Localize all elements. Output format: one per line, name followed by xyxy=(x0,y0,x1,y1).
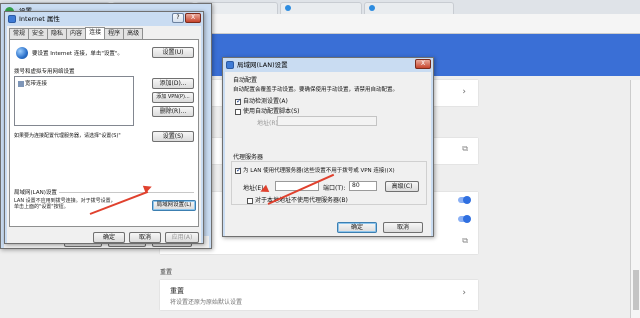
remove-button[interactable]: 删除(R)... xyxy=(152,106,194,117)
proxy-note: 如果要为连接配置代理服务器，请选择"设置(S)" xyxy=(14,133,121,139)
advanced-button[interactable]: 高级(C) xyxy=(385,181,419,192)
lan-ok-button[interactable]: 确定 xyxy=(337,222,377,233)
use-proxy-checkbox[interactable]: 为 LAN 使用代理服务器(这些设置不用于拨号或 VPN 连接)(X) xyxy=(235,166,395,174)
inet-title: Internet 属性 xyxy=(19,15,60,23)
auto-config-desc: 自动配置会覆盖手动设置。要确保使用手动设置，请禁用自动配置。 xyxy=(233,87,399,93)
browser-tab[interactable] xyxy=(280,2,362,14)
tab-advanced[interactable]: 高级 xyxy=(123,28,144,39)
proxy-group-label: 代理服务器 xyxy=(233,154,264,161)
lan-settings-button[interactable]: 局域网设置(L) xyxy=(152,200,196,211)
list-item-label: 宽带连接 xyxy=(25,81,48,87)
checkbox-checked-icon[interactable] xyxy=(235,166,242,174)
use-proxy-label: 为 LAN 使用代理服务器(这些设置不用于拨号或 VPN 连接)(X) xyxy=(243,168,395,174)
setup-button[interactable]: 设置(U) xyxy=(152,47,194,58)
proxy-port-label: 端口(T): xyxy=(323,185,346,192)
lan-body: 自动配置 自动配置会覆盖手动设置。要确保使用手动设置，请禁用自动配置。 自动检测… xyxy=(225,72,431,236)
use-script-label: 使用自动配置脚本(S) xyxy=(243,108,300,115)
toggle-switch[interactable] xyxy=(458,196,471,204)
globe-icon xyxy=(16,47,28,59)
section-reset-title: 重置 xyxy=(160,269,173,276)
tab-privacy[interactable]: 隐私 xyxy=(47,28,68,39)
tab-connections[interactable]: 连接 xyxy=(85,27,106,39)
inet-apply-button[interactable]: 应用(A) xyxy=(165,232,199,243)
chevron-right-icon: › xyxy=(462,87,466,97)
use-script-checkbox[interactable]: 使用自动配置脚本(S) xyxy=(235,106,300,115)
inet-body: 常规 安全 隐私 内容 连接 程序 高级 要设置 Internet 连接，单击"… xyxy=(7,26,201,243)
lan-settings-window: 局域网(LAN)设置 X 自动配置 自动配置会覆盖手动设置。要确保使用手动设置，… xyxy=(222,57,434,237)
setup-text: 要设置 Internet 连接，单击"设置"。 xyxy=(32,51,123,57)
add-button[interactable]: 添加(D)... xyxy=(152,78,194,89)
inet-tabs: 常规 安全 隐私 内容 连接 程序 高级 xyxy=(9,27,144,39)
close-button[interactable]: X xyxy=(185,13,201,23)
reset-row-title: 重置 xyxy=(170,287,184,295)
tab-security[interactable]: 安全 xyxy=(28,28,49,39)
tab-programs[interactable]: 程序 xyxy=(104,28,125,39)
auto-detect-checkbox[interactable]: 自动检测设置(A) xyxy=(235,96,288,105)
dialup-group-label: 拨号和虚拟专用网络设置 xyxy=(14,69,75,75)
inet-ok-button[interactable]: 确定 xyxy=(93,232,125,243)
proxy-settings-button[interactable]: 设置(S) xyxy=(152,131,194,142)
reset-row-desc: 将设置还原为原始默认设置 xyxy=(170,299,243,306)
inet-titlebar: Internet 属性 ? X xyxy=(5,12,203,26)
scrollbar-thumb[interactable] xyxy=(633,270,639,310)
script-address-label: 地址(R) xyxy=(257,120,278,127)
auto-config-group-label: 自动配置 xyxy=(233,77,258,84)
browser-tab[interactable] xyxy=(364,2,454,14)
checkbox-unchecked-icon[interactable] xyxy=(235,108,241,115)
lan-close-button[interactable]: X xyxy=(415,59,431,69)
network-icon xyxy=(226,61,234,69)
lan-group-label: 局域网(LAN)设置 xyxy=(14,188,59,196)
external-link-icon[interactable]: ⧉ xyxy=(462,236,468,246)
checkbox-unchecked-icon[interactable] xyxy=(247,197,253,204)
internet-icon xyxy=(8,15,16,23)
lan-title: 局域网(LAN)设置 xyxy=(237,61,288,69)
script-address-input[interactable] xyxy=(277,116,377,126)
tab-general[interactable]: 常规 xyxy=(9,28,30,39)
connections-panel: 要设置 Internet 连接，单击"设置"。 设置(U) 拨号和虚拟专用网络设… xyxy=(9,39,199,227)
help-button[interactable]: ? xyxy=(172,13,184,23)
chevron-right-icon: › xyxy=(462,288,466,298)
tab-content[interactable]: 内容 xyxy=(66,28,87,39)
bypass-local-checkbox[interactable]: 对于本地地址不使用代理服务器(B) xyxy=(247,195,348,204)
lan-cancel-button[interactable]: 取消 xyxy=(383,222,423,233)
external-link-icon[interactable]: ⧉ xyxy=(462,144,468,154)
auto-detect-label: 自动检测设置(A) xyxy=(243,98,288,105)
reset-settings-row[interactable]: 重置 将设置还原为原始默认设置 › xyxy=(160,280,478,310)
lan-titlebar: 局域网(LAN)设置 X xyxy=(223,58,433,72)
network-icon xyxy=(18,80,24,87)
proxy-port-input[interactable]: 80 xyxy=(349,181,377,191)
list-item[interactable]: 宽带连接 xyxy=(18,79,47,87)
toggle-switch[interactable] xyxy=(458,215,471,223)
scrollbar[interactable] xyxy=(630,80,640,318)
checkbox-checked-icon[interactable] xyxy=(235,97,242,105)
inet-cancel-button[interactable]: 取消 xyxy=(129,232,161,243)
add-vpn-button[interactable]: 添加 VPN(P)... xyxy=(152,92,194,103)
connection-list[interactable]: 宽带连接 xyxy=(14,76,134,126)
